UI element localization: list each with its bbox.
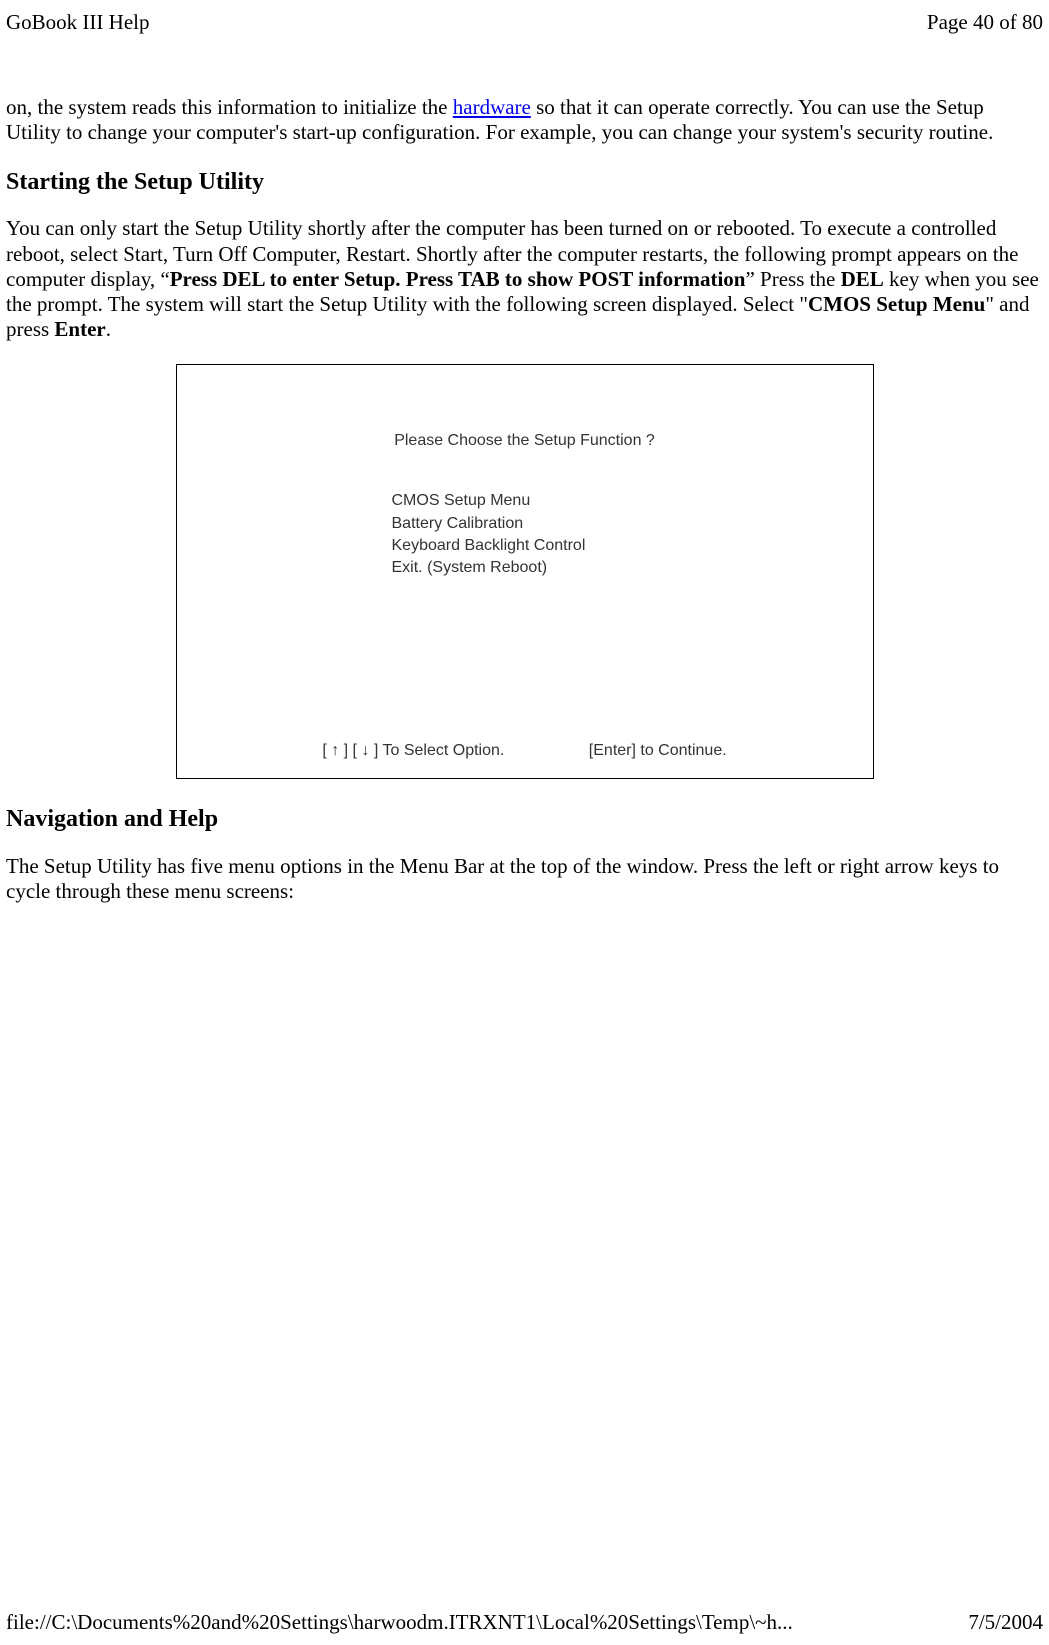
page-header: GoBook III Help Page 40 of 80 bbox=[0, 0, 1049, 35]
bios-screenshot: Please Choose the Setup Function ? CMOS … bbox=[176, 364, 874, 779]
page-content: on, the system reads this information to… bbox=[0, 35, 1049, 904]
s1-text-b: ” Press the bbox=[745, 267, 840, 291]
bios-menu: CMOS Setup Menu Battery Calibration Keyb… bbox=[392, 490, 586, 580]
intro-text-before: on, the system reads this information to… bbox=[6, 95, 453, 119]
starting-setup-paragraph: You can only start the Setup Utility sho… bbox=[6, 216, 1043, 342]
bios-footer: [ ↑ ] [ ↓ ] To Select Option. [Enter] to… bbox=[177, 741, 873, 760]
s1-text-e: . bbox=[106, 317, 111, 341]
s1-bold-del: DEL bbox=[841, 267, 884, 291]
footer-path: file://C:\Documents%20and%20Settings\har… bbox=[6, 1610, 793, 1635]
bios-footer-continue: [Enter] to Continue. bbox=[589, 742, 727, 759]
s1-bold-prompt: Press DEL to enter Setup. Press TAB to s… bbox=[170, 267, 746, 291]
navigation-help-paragraph: The Setup Utility has five menu options … bbox=[6, 854, 1043, 904]
hardware-link[interactable]: hardware bbox=[453, 95, 531, 119]
s1-bold-cmos: CMOS Setup Menu bbox=[808, 292, 985, 316]
bios-title: Please Choose the Setup Function ? bbox=[177, 431, 873, 450]
bios-footer-select: [ ↑ ] [ ↓ ] To Select Option. bbox=[322, 741, 504, 760]
navigation-help-heading: Navigation and Help bbox=[6, 805, 1043, 834]
bios-menu-item: Keyboard Backlight Control bbox=[392, 535, 586, 557]
bios-menu-item: Battery Calibration bbox=[392, 513, 586, 535]
page-footer: file://C:\Documents%20and%20Settings\har… bbox=[6, 1610, 1043, 1635]
footer-date: 7/5/2004 bbox=[968, 1610, 1043, 1635]
starting-setup-heading: Starting the Setup Utility bbox=[6, 168, 1043, 197]
header-pageinfo: Page 40 of 80 bbox=[927, 10, 1043, 35]
header-title: GoBook III Help bbox=[6, 10, 149, 35]
bios-menu-item: Exit. (System Reboot) bbox=[392, 557, 586, 579]
s1-bold-enter: Enter bbox=[54, 317, 105, 341]
bios-menu-item: CMOS Setup Menu bbox=[392, 490, 586, 512]
intro-paragraph: on, the system reads this information to… bbox=[6, 95, 1043, 145]
